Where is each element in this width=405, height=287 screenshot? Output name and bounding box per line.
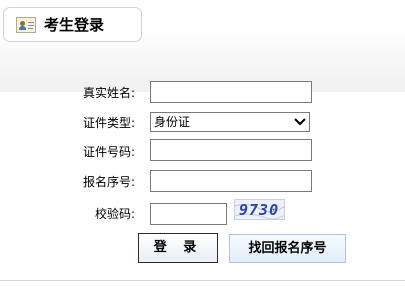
id-type-select[interactable]: 身份证: [150, 112, 310, 132]
login-tab: 考生登录: [3, 7, 142, 42]
reg-number-label: 报名序号:: [82, 175, 135, 189]
captcha-input[interactable]: [150, 203, 227, 225]
name-input[interactable]: [150, 81, 312, 103]
id-type-value: 身份证: [154, 115, 191, 129]
bottom-divider: [0, 280, 405, 281]
chevron-down-icon: [294, 118, 306, 126]
id-number-label: 证件号码:: [82, 145, 135, 159]
find-reg-number-button[interactable]: 找回报名序号: [229, 234, 346, 263]
id-type-label: 证件类型:: [82, 116, 135, 130]
login-button[interactable]: 登 录: [138, 233, 218, 263]
reg-number-input[interactable]: [150, 170, 312, 192]
captcha-text: 9730: [239, 201, 280, 219]
tab-title: 考生登录: [44, 16, 105, 34]
id-card-icon: [16, 17, 36, 33]
captcha-image[interactable]: 9730: [234, 199, 285, 220]
name-label: 真实姓名:: [82, 86, 135, 100]
captcha-label: 校验码:: [94, 207, 135, 221]
id-number-input[interactable]: [150, 139, 312, 161]
